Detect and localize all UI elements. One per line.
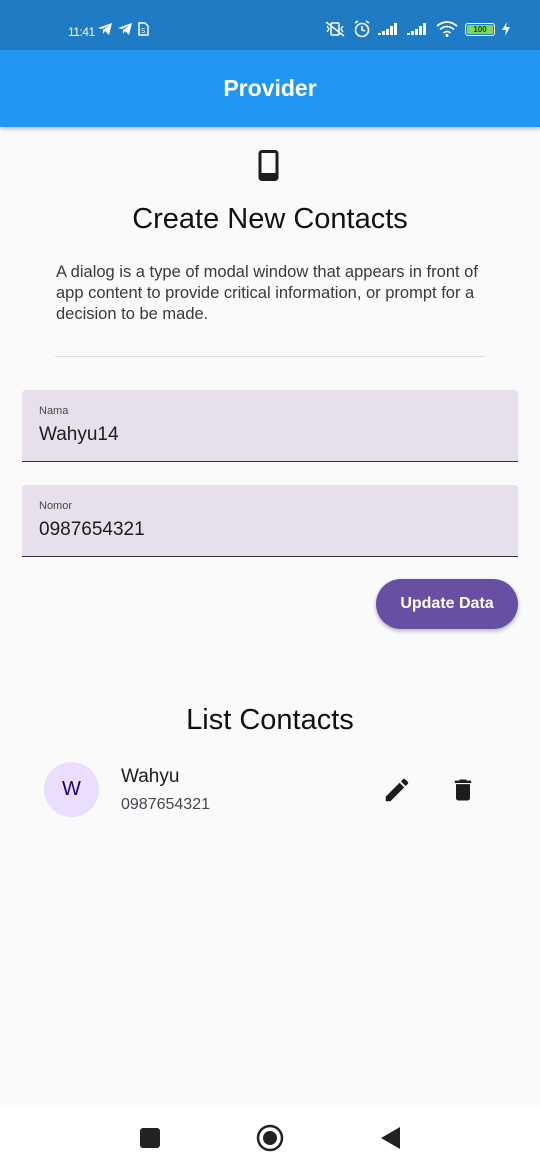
app-bar: Provider (0, 50, 540, 127)
number-field-label: Nomor (39, 500, 73, 512)
telegram-icon (98, 23, 112, 35)
battery-icon: 100 (465, 22, 495, 36)
recents-icon[interactable] (140, 1128, 160, 1148)
status-right-icons: 100 (324, 20, 510, 38)
signal-icon (378, 23, 397, 35)
home-icon[interactable] (256, 1124, 284, 1152)
number-field-value[interactable]: 0987654321 (39, 519, 145, 541)
name-field-value[interactable]: Wahyu14 (39, 424, 119, 446)
status-bar: 11:41 S 100 (0, 0, 540, 50)
wifi-icon (436, 21, 458, 37)
contact-number: 0987654321 (121, 796, 210, 813)
charging-icon (502, 22, 510, 36)
signal-icon (407, 23, 426, 35)
app-bar-title: Provider (223, 75, 317, 101)
list-item[interactable]: W Wahyu 0987654321 (0, 760, 540, 820)
name-field-label: Nama (39, 405, 69, 417)
update-data-button[interactable]: Update Data (376, 579, 518, 629)
phone-icon (258, 150, 279, 181)
back-icon[interactable] (380, 1126, 402, 1150)
svg-text:S: S (141, 27, 146, 35)
system-nav-bar (0, 1105, 540, 1170)
delete-icon[interactable] (449, 775, 477, 805)
form-description: A dialog is a type of modal window that … (56, 263, 478, 323)
edit-icon[interactable] (382, 775, 412, 805)
status-left-icons: S (98, 22, 149, 36)
battery-level: 100 (473, 24, 487, 34)
list-title: List Contacts (186, 704, 354, 736)
alarm-icon (354, 20, 370, 38)
name-field[interactable]: Nama Wahyu14 (22, 390, 518, 462)
avatar: W (44, 762, 99, 817)
vibrate-off-icon (325, 21, 345, 37)
telegram-icon (118, 23, 132, 35)
divider (55, 356, 485, 357)
sim-icon: S (138, 22, 149, 36)
number-field[interactable]: Nomor 0987654321 (22, 485, 518, 557)
status-time: 11:41 (68, 25, 95, 39)
form-title: Create New Contacts (132, 203, 408, 235)
contact-name: Wahyu (121, 766, 180, 787)
